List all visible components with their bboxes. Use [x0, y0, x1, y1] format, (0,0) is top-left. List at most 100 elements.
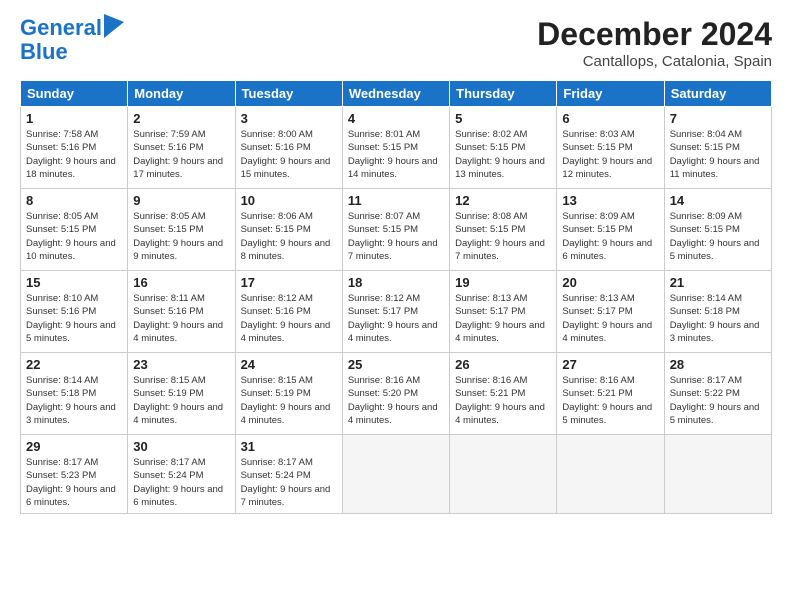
calendar-cell: 8 Sunrise: 8:05 AM Sunset: 5:15 PM Dayli…: [21, 189, 128, 271]
day-info: Sunrise: 8:16 AM Sunset: 5:20 PM Dayligh…: [348, 374, 444, 427]
day-info: Sunrise: 8:17 AM Sunset: 5:24 PM Dayligh…: [241, 456, 337, 509]
day-info: Sunrise: 8:15 AM Sunset: 5:19 PM Dayligh…: [133, 374, 229, 427]
calendar-cell: [557, 435, 664, 514]
calendar-cell: 23 Sunrise: 8:15 AM Sunset: 5:19 PM Dayl…: [128, 353, 235, 435]
day-info: Sunrise: 8:16 AM Sunset: 5:21 PM Dayligh…: [562, 374, 658, 427]
calendar-cell: 13 Sunrise: 8:09 AM Sunset: 5:15 PM Dayl…: [557, 189, 664, 271]
calendar-cell: [450, 435, 557, 514]
calendar-cell: 29 Sunrise: 8:17 AM Sunset: 5:23 PM Dayl…: [21, 435, 128, 514]
day-number: 12: [455, 193, 551, 208]
day-info: Sunrise: 8:14 AM Sunset: 5:18 PM Dayligh…: [670, 292, 766, 345]
logo-line2: Blue: [20, 40, 124, 64]
calendar-cell: 20 Sunrise: 8:13 AM Sunset: 5:17 PM Dayl…: [557, 271, 664, 353]
day-number: 20: [562, 275, 658, 290]
day-info: Sunrise: 8:09 AM Sunset: 5:15 PM Dayligh…: [562, 210, 658, 263]
calendar-week-5: 29 Sunrise: 8:17 AM Sunset: 5:23 PM Dayl…: [21, 435, 772, 514]
day-info: Sunrise: 8:10 AM Sunset: 5:16 PM Dayligh…: [26, 292, 122, 345]
day-info: Sunrise: 8:06 AM Sunset: 5:15 PM Dayligh…: [241, 210, 337, 263]
day-number: 23: [133, 357, 229, 372]
day-number: 17: [241, 275, 337, 290]
day-info: Sunrise: 8:13 AM Sunset: 5:17 PM Dayligh…: [455, 292, 551, 345]
calendar-cell: 9 Sunrise: 8:05 AM Sunset: 5:15 PM Dayli…: [128, 189, 235, 271]
calendar-cell: 7 Sunrise: 8:04 AM Sunset: 5:15 PM Dayli…: [664, 107, 771, 189]
day-info: Sunrise: 8:17 AM Sunset: 5:24 PM Dayligh…: [133, 456, 229, 509]
day-number: 14: [670, 193, 766, 208]
calendar-cell: 16 Sunrise: 8:11 AM Sunset: 5:16 PM Dayl…: [128, 271, 235, 353]
calendar-cell: 10 Sunrise: 8:06 AM Sunset: 5:15 PM Dayl…: [235, 189, 342, 271]
calendar-cell: 15 Sunrise: 8:10 AM Sunset: 5:16 PM Dayl…: [21, 271, 128, 353]
calendar-cell: 11 Sunrise: 8:07 AM Sunset: 5:15 PM Dayl…: [342, 189, 449, 271]
day-info: Sunrise: 8:14 AM Sunset: 5:18 PM Dayligh…: [26, 374, 122, 427]
day-number: 6: [562, 111, 658, 126]
day-info: Sunrise: 8:12 AM Sunset: 5:16 PM Dayligh…: [241, 292, 337, 345]
day-number: 15: [26, 275, 122, 290]
calendar: Sunday Monday Tuesday Wednesday Thursday…: [20, 80, 772, 514]
day-info: Sunrise: 7:59 AM Sunset: 5:16 PM Dayligh…: [133, 128, 229, 181]
calendar-cell: 21 Sunrise: 8:14 AM Sunset: 5:18 PM Dayl…: [664, 271, 771, 353]
header-saturday: Saturday: [664, 81, 771, 107]
day-number: 11: [348, 193, 444, 208]
day-info: Sunrise: 7:58 AM Sunset: 5:16 PM Dayligh…: [26, 128, 122, 181]
calendar-week-4: 22 Sunrise: 8:14 AM Sunset: 5:18 PM Dayl…: [21, 353, 772, 435]
weekday-header-row: Sunday Monday Tuesday Wednesday Thursday…: [21, 81, 772, 107]
day-number: 18: [348, 275, 444, 290]
header-friday: Friday: [557, 81, 664, 107]
calendar-week-2: 8 Sunrise: 8:05 AM Sunset: 5:15 PM Dayli…: [21, 189, 772, 271]
day-info: Sunrise: 8:00 AM Sunset: 5:16 PM Dayligh…: [241, 128, 337, 181]
day-number: 22: [26, 357, 122, 372]
calendar-cell: 2 Sunrise: 7:59 AM Sunset: 5:16 PM Dayli…: [128, 107, 235, 189]
calendar-cell: 3 Sunrise: 8:00 AM Sunset: 5:16 PM Dayli…: [235, 107, 342, 189]
day-info: Sunrise: 8:08 AM Sunset: 5:15 PM Dayligh…: [455, 210, 551, 263]
logo: General Blue: [20, 16, 124, 64]
calendar-cell: 17 Sunrise: 8:12 AM Sunset: 5:16 PM Dayl…: [235, 271, 342, 353]
calendar-cell: 31 Sunrise: 8:17 AM Sunset: 5:24 PM Dayl…: [235, 435, 342, 514]
header-wednesday: Wednesday: [342, 81, 449, 107]
day-number: 28: [670, 357, 766, 372]
day-info: Sunrise: 8:07 AM Sunset: 5:15 PM Dayligh…: [348, 210, 444, 263]
day-info: Sunrise: 8:13 AM Sunset: 5:17 PM Dayligh…: [562, 292, 658, 345]
day-number: 16: [133, 275, 229, 290]
calendar-week-1: 1 Sunrise: 7:58 AM Sunset: 5:16 PM Dayli…: [21, 107, 772, 189]
day-info: Sunrise: 8:03 AM Sunset: 5:15 PM Dayligh…: [562, 128, 658, 181]
day-info: Sunrise: 8:17 AM Sunset: 5:23 PM Dayligh…: [26, 456, 122, 509]
day-number: 13: [562, 193, 658, 208]
calendar-week-3: 15 Sunrise: 8:10 AM Sunset: 5:16 PM Dayl…: [21, 271, 772, 353]
day-number: 8: [26, 193, 122, 208]
day-number: 27: [562, 357, 658, 372]
logo-text: General: [20, 16, 102, 40]
day-info: Sunrise: 8:05 AM Sunset: 5:15 PM Dayligh…: [133, 210, 229, 263]
title-block: December 2024 Cantallops, Catalonia, Spa…: [537, 16, 772, 70]
calendar-cell: 25 Sunrise: 8:16 AM Sunset: 5:20 PM Dayl…: [342, 353, 449, 435]
day-number: 31: [241, 439, 337, 454]
calendar-cell: [664, 435, 771, 514]
day-info: Sunrise: 8:04 AM Sunset: 5:15 PM Dayligh…: [670, 128, 766, 181]
day-info: Sunrise: 8:16 AM Sunset: 5:21 PM Dayligh…: [455, 374, 551, 427]
header-thursday: Thursday: [450, 81, 557, 107]
day-number: 10: [241, 193, 337, 208]
day-number: 5: [455, 111, 551, 126]
calendar-cell: 4 Sunrise: 8:01 AM Sunset: 5:15 PM Dayli…: [342, 107, 449, 189]
day-number: 29: [26, 439, 122, 454]
day-info: Sunrise: 8:15 AM Sunset: 5:19 PM Dayligh…: [241, 374, 337, 427]
day-number: 2: [133, 111, 229, 126]
day-info: Sunrise: 8:11 AM Sunset: 5:16 PM Dayligh…: [133, 292, 229, 345]
day-number: 1: [26, 111, 122, 126]
page: General Blue December 2024 Cantallops, C…: [0, 0, 792, 612]
month-title: December 2024: [537, 16, 772, 53]
calendar-cell: 28 Sunrise: 8:17 AM Sunset: 5:22 PM Dayl…: [664, 353, 771, 435]
calendar-cell: 30 Sunrise: 8:17 AM Sunset: 5:24 PM Dayl…: [128, 435, 235, 514]
logo-icon: [104, 14, 124, 38]
day-number: 30: [133, 439, 229, 454]
day-info: Sunrise: 8:12 AM Sunset: 5:17 PM Dayligh…: [348, 292, 444, 345]
calendar-cell: 6 Sunrise: 8:03 AM Sunset: 5:15 PM Dayli…: [557, 107, 664, 189]
calendar-cell: 18 Sunrise: 8:12 AM Sunset: 5:17 PM Dayl…: [342, 271, 449, 353]
day-info: Sunrise: 8:05 AM Sunset: 5:15 PM Dayligh…: [26, 210, 122, 263]
calendar-cell: 19 Sunrise: 8:13 AM Sunset: 5:17 PM Dayl…: [450, 271, 557, 353]
calendar-cell: 1 Sunrise: 7:58 AM Sunset: 5:16 PM Dayli…: [21, 107, 128, 189]
day-number: 4: [348, 111, 444, 126]
header-tuesday: Tuesday: [235, 81, 342, 107]
day-number: 26: [455, 357, 551, 372]
calendar-cell: 27 Sunrise: 8:16 AM Sunset: 5:21 PM Dayl…: [557, 353, 664, 435]
day-number: 21: [670, 275, 766, 290]
day-number: 25: [348, 357, 444, 372]
